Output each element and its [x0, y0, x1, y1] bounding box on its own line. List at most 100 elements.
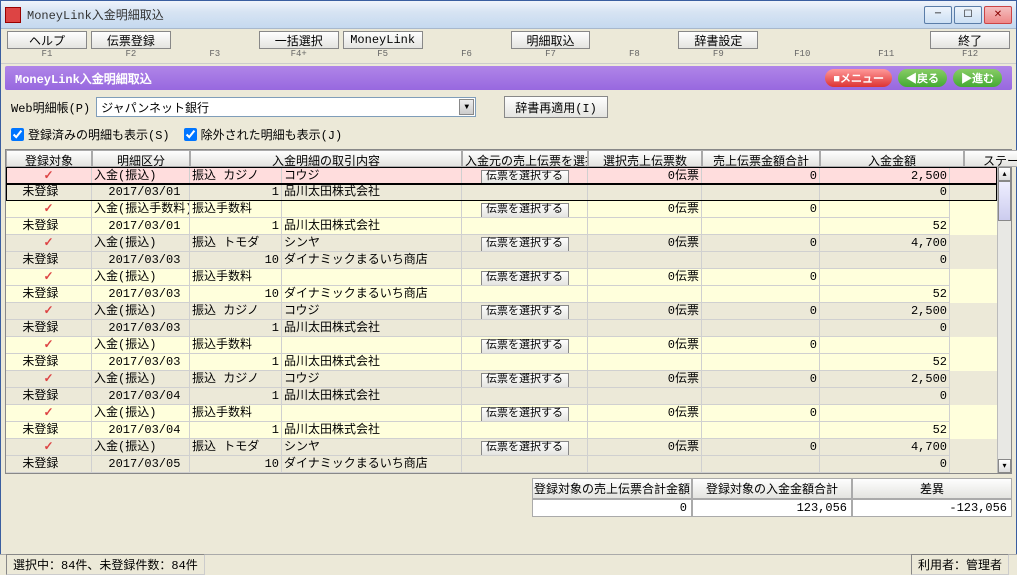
column-header[interactable]: 登録対象: [6, 150, 92, 167]
cell: [702, 286, 820, 303]
cell: ✓: [6, 337, 92, 354]
scroll-up-button[interactable]: ▴: [998, 167, 1011, 181]
nav-back-button[interactable]: ◀戻る: [898, 69, 947, 87]
cell: 0伝票: [588, 371, 702, 388]
nav-forward-button[interactable]: ▶進む: [953, 69, 1002, 87]
cell: 伝票を選択する: [462, 303, 588, 320]
cell: [588, 218, 702, 235]
fkey-f7-button[interactable]: 明細取込: [511, 31, 591, 49]
select-slip-button[interactable]: 伝票を選択する: [481, 441, 569, 456]
select-slip-button[interactable]: 伝票を選択する: [481, 407, 569, 422]
table-row[interactable]: ✓入金(振込)振込手数料伝票を選択する0伝票0: [6, 405, 997, 422]
fkey-f1-button[interactable]: ヘルプ: [7, 31, 87, 49]
table-row[interactable]: ✓入金(振込手数料)振込手数料伝票を選択する0伝票0: [6, 201, 997, 218]
fkey-f9-button[interactable]: 辞書設定: [678, 31, 758, 49]
cell: 0: [702, 168, 820, 185]
table-row[interactable]: ✓入金(振込)振込手数料伝票を選択する0伝票0: [6, 337, 997, 354]
table-row[interactable]: 未登録 2017/03/011品川太田株式会社52: [6, 218, 997, 235]
table-row[interactable]: 未登録 2017/03/0310ダイナミックまるいち商店0: [6, 252, 997, 269]
cell: [462, 388, 588, 405]
cell: 0: [820, 184, 950, 201]
cell: 4,700: [820, 439, 950, 456]
scroll-thumb[interactable]: [998, 181, 1011, 221]
nav-menu-button[interactable]: ■メニュー: [825, 69, 892, 87]
filter-bar: Web明細帳(P) ▼ 辞書再適用(I): [1, 92, 1016, 122]
window-titlebar: MoneyLink入金明細取込 ─ ☐ ✕: [1, 1, 1016, 29]
select-slip-button[interactable]: 伝票を選択する: [481, 339, 569, 354]
total-value: 0: [532, 499, 692, 517]
cell: 2017/03/04: [92, 388, 190, 405]
cell: 未登録: [6, 456, 92, 473]
fkey-f2-button[interactable]: 伝票登録: [91, 31, 171, 49]
fkey-f5-button[interactable]: MoneyLink: [343, 31, 423, 49]
reapply-dictionary-button[interactable]: 辞書再適用(I): [504, 96, 608, 118]
cell: 0: [820, 252, 950, 269]
show-excluded-checkbox[interactable]: [184, 128, 197, 141]
check-icon: ✓: [43, 406, 53, 420]
column-header[interactable]: 入金元の売上伝票を選択: [462, 150, 588, 167]
column-header[interactable]: 売上伝票金額合計: [702, 150, 820, 167]
table-row[interactable]: 未登録 2017/03/0310ダイナミックまるいち商店52: [6, 286, 997, 303]
table-row[interactable]: ✓入金(振込)振込 カジノコウジ伝票を選択する0伝票02,500: [6, 167, 997, 184]
check-icon: ✓: [43, 202, 53, 216]
column-header[interactable]: ステータス: [964, 150, 1017, 167]
select-slip-button[interactable]: 伝票を選択する: [481, 237, 569, 252]
cell: [462, 252, 588, 269]
cell: ✓: [6, 303, 92, 320]
table-row[interactable]: ✓入金(振込)振込 カジノコウジ伝票を選択する0伝票02,500: [6, 371, 997, 388]
column-header[interactable]: 明細区分: [92, 150, 190, 167]
cell: 0伝票: [588, 235, 702, 252]
cell: ✓: [6, 371, 92, 388]
dropdown-icon[interactable]: ▼: [459, 99, 474, 115]
select-slip-button[interactable]: 伝票を選択する: [481, 271, 569, 286]
table-row[interactable]: 未登録 2017/03/031品川太田株式会社0: [6, 320, 997, 337]
app-icon: [5, 7, 21, 23]
bank-select[interactable]: [96, 97, 476, 117]
fkey-f4+-button[interactable]: 一括選択: [259, 31, 339, 49]
cell: 0: [702, 269, 820, 286]
cell: 10: [190, 286, 282, 303]
check-icon: ✓: [43, 270, 53, 284]
cell: [588, 388, 702, 405]
cell: 0伝票: [588, 269, 702, 286]
cell: [462, 218, 588, 235]
table-row[interactable]: 未登録 2017/03/0510ダイナミックまるいち商店0: [6, 456, 997, 473]
scroll-down-button[interactable]: ▾: [998, 459, 1011, 473]
select-slip-button[interactable]: 伝票を選択する: [481, 373, 569, 388]
cell: 入金(振込): [92, 269, 190, 286]
maximize-button[interactable]: ☐: [954, 6, 982, 24]
table-row[interactable]: 未登録 2017/03/031品川太田株式会社52: [6, 354, 997, 371]
table-row[interactable]: ✓入金(振込)振込手数料伝票を選択する0伝票0: [6, 269, 997, 286]
cell: 2017/03/03: [92, 286, 190, 303]
cell: 0伝票: [588, 439, 702, 456]
select-slip-button[interactable]: 伝票を選択する: [481, 203, 569, 218]
fkey-f12-button[interactable]: 終了: [930, 31, 1010, 49]
show-registered-checkbox[interactable]: [11, 128, 24, 141]
table-row[interactable]: ✓入金(振込)振込 カジノコウジ伝票を選択する0伝票02,500: [6, 303, 997, 320]
column-header[interactable]: 選択売上伝票数: [588, 150, 702, 167]
cell: 未登録: [6, 286, 92, 303]
cell: [588, 456, 702, 473]
show-registered-check[interactable]: 登録済みの明細も表示(S): [11, 126, 170, 143]
cell: 52: [820, 218, 950, 235]
cell: 0: [702, 235, 820, 252]
show-excluded-check[interactable]: 除外された明細も表示(J): [184, 126, 343, 143]
table-row[interactable]: ✓入金(振込)振込 トモダシンヤ伝票を選択する0伝票04,700: [6, 235, 997, 252]
table-row[interactable]: 未登録 2017/03/011品川太田株式会社0: [6, 184, 997, 201]
minimize-button[interactable]: ─: [924, 6, 952, 24]
cell: ✓: [6, 439, 92, 456]
table-row[interactable]: 未登録 2017/03/041品川太田株式会社0: [6, 388, 997, 405]
cell: [702, 354, 820, 371]
vertical-scrollbar[interactable]: ▴ ▾: [997, 167, 1011, 473]
select-slip-button[interactable]: 伝票を選択する: [481, 170, 569, 185]
total-header: 登録対象の入金金額合計: [692, 478, 852, 499]
column-header[interactable]: 入金金額: [820, 150, 964, 167]
close-button[interactable]: ✕: [984, 6, 1012, 24]
fkey-label: F2: [125, 49, 136, 61]
table-row[interactable]: 未登録 2017/03/041品川太田株式会社52: [6, 422, 997, 439]
cell: [702, 388, 820, 405]
total-value: -123,056: [852, 499, 1012, 517]
column-header[interactable]: 入金明細の取引内容: [190, 150, 462, 167]
table-row[interactable]: ✓入金(振込)振込 トモダシンヤ伝票を選択する0伝票04,700: [6, 439, 997, 456]
select-slip-button[interactable]: 伝票を選択する: [481, 305, 569, 320]
